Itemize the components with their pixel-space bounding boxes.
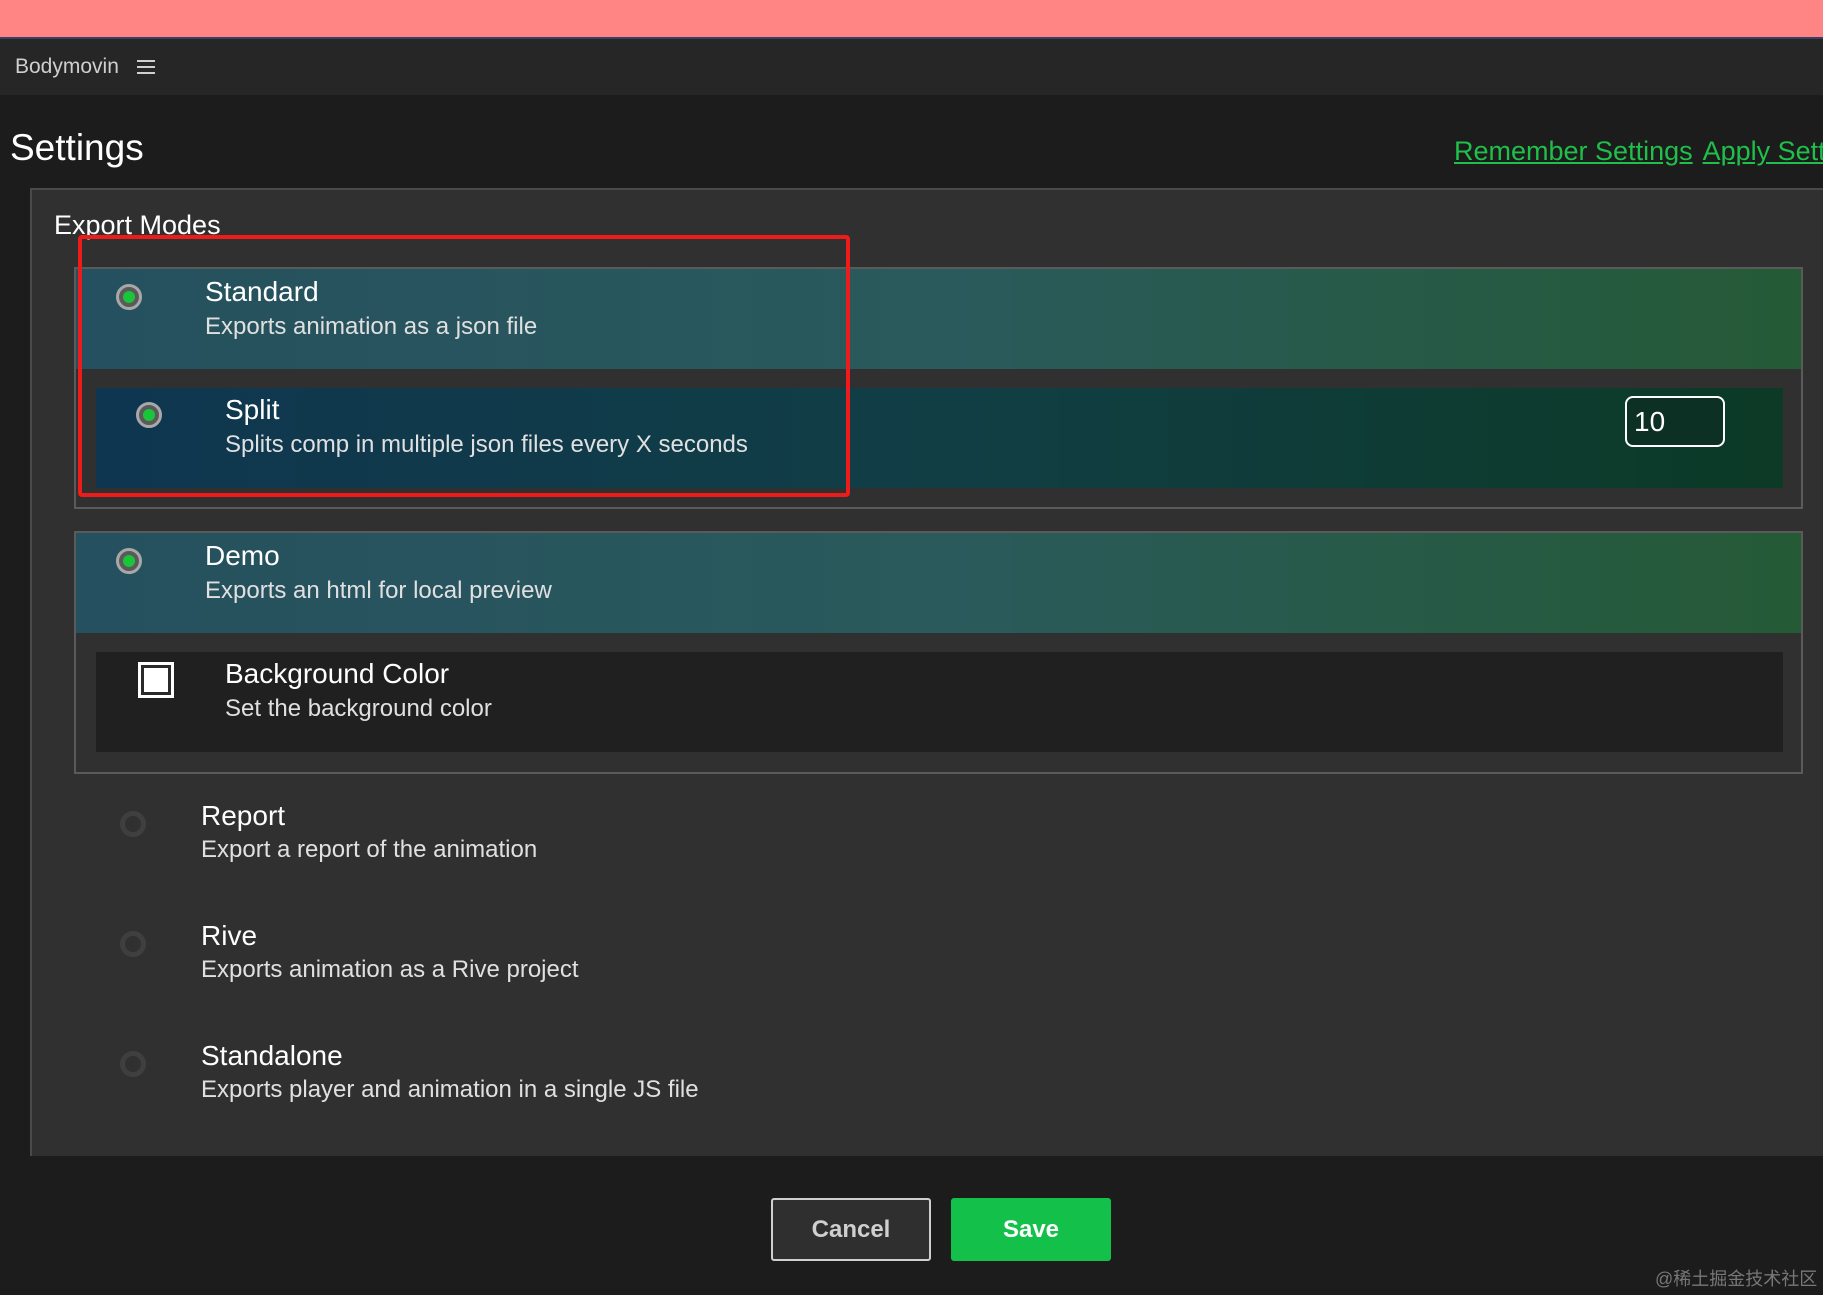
- standalone-option[interactable]: Standalone Exports player and animation …: [32, 1030, 1732, 1130]
- standalone-title: Standalone: [201, 1040, 343, 1071]
- apply-settings-link[interactable]: Apply Setti: [1703, 136, 1823, 166]
- background-color-option[interactable]: Background Color Set the background colo…: [96, 652, 1783, 752]
- standard-description: Exports animation as a json file: [205, 313, 538, 340]
- standard-title: Standard: [205, 276, 319, 307]
- demo-option[interactable]: Demo Exports an html for local preview: [76, 533, 1801, 633]
- split-option[interactable]: Split Splits comp in multiple json files…: [96, 388, 1783, 488]
- standard-option[interactable]: Standard Exports animation as a json fil…: [76, 269, 1801, 369]
- report-option[interactable]: Report Export a report of the animation: [32, 790, 1732, 890]
- standalone-radio[interactable]: [120, 1051, 146, 1077]
- rive-radio[interactable]: [120, 931, 146, 957]
- app-title: Bodymovin: [15, 55, 119, 78]
- report-radio[interactable]: [120, 811, 146, 837]
- split-title: Split: [225, 394, 280, 425]
- panel-titlebar: Bodymovin: [0, 39, 1823, 95]
- demo-description: Exports an html for local preview: [205, 577, 552, 604]
- split-seconds-input[interactable]: [1625, 396, 1725, 447]
- rive-description: Exports animation as a Rive project: [201, 956, 579, 983]
- background-color-title: Background Color: [225, 658, 450, 689]
- window-top-strip: [0, 0, 1823, 39]
- hamburger-menu-icon[interactable]: [136, 60, 155, 74]
- split-radio[interactable]: [136, 402, 162, 428]
- header-links: Remember Settings Apply Setti: [1454, 136, 1823, 167]
- rive-option[interactable]: Rive Exports animation as a Rive project: [32, 910, 1732, 1010]
- standard-group: Standard Exports animation as a json fil…: [74, 267, 1803, 509]
- standalone-description: Exports player and animation in a single…: [201, 1076, 699, 1103]
- page-title: Settings: [10, 127, 144, 168]
- standard-radio[interactable]: [116, 284, 142, 310]
- watermark: @稀土掘金技术社区: [1655, 1269, 1818, 1289]
- demo-group: Demo Exports an html for local preview B…: [74, 531, 1803, 774]
- footer-buttons: Cancel Save: [771, 1198, 1111, 1261]
- remember-settings-link[interactable]: Remember Settings: [1454, 136, 1693, 166]
- demo-title: Demo: [205, 540, 280, 571]
- export-modes-panel: Export Modes Standard Exports animation …: [30, 188, 1823, 1156]
- cancel-button[interactable]: Cancel: [771, 1198, 931, 1261]
- export-modes-label: Export Modes: [54, 210, 221, 240]
- rive-title: Rive: [201, 920, 258, 951]
- report-title: Report: [201, 800, 286, 831]
- report-description: Export a report of the animation: [201, 836, 538, 863]
- demo-radio[interactable]: [116, 548, 142, 574]
- background-color-swatch[interactable]: [138, 662, 174, 698]
- background-color-description: Set the background color: [225, 695, 492, 722]
- split-description: Splits comp in multiple json files every…: [225, 431, 748, 458]
- save-button[interactable]: Save: [951, 1198, 1111, 1261]
